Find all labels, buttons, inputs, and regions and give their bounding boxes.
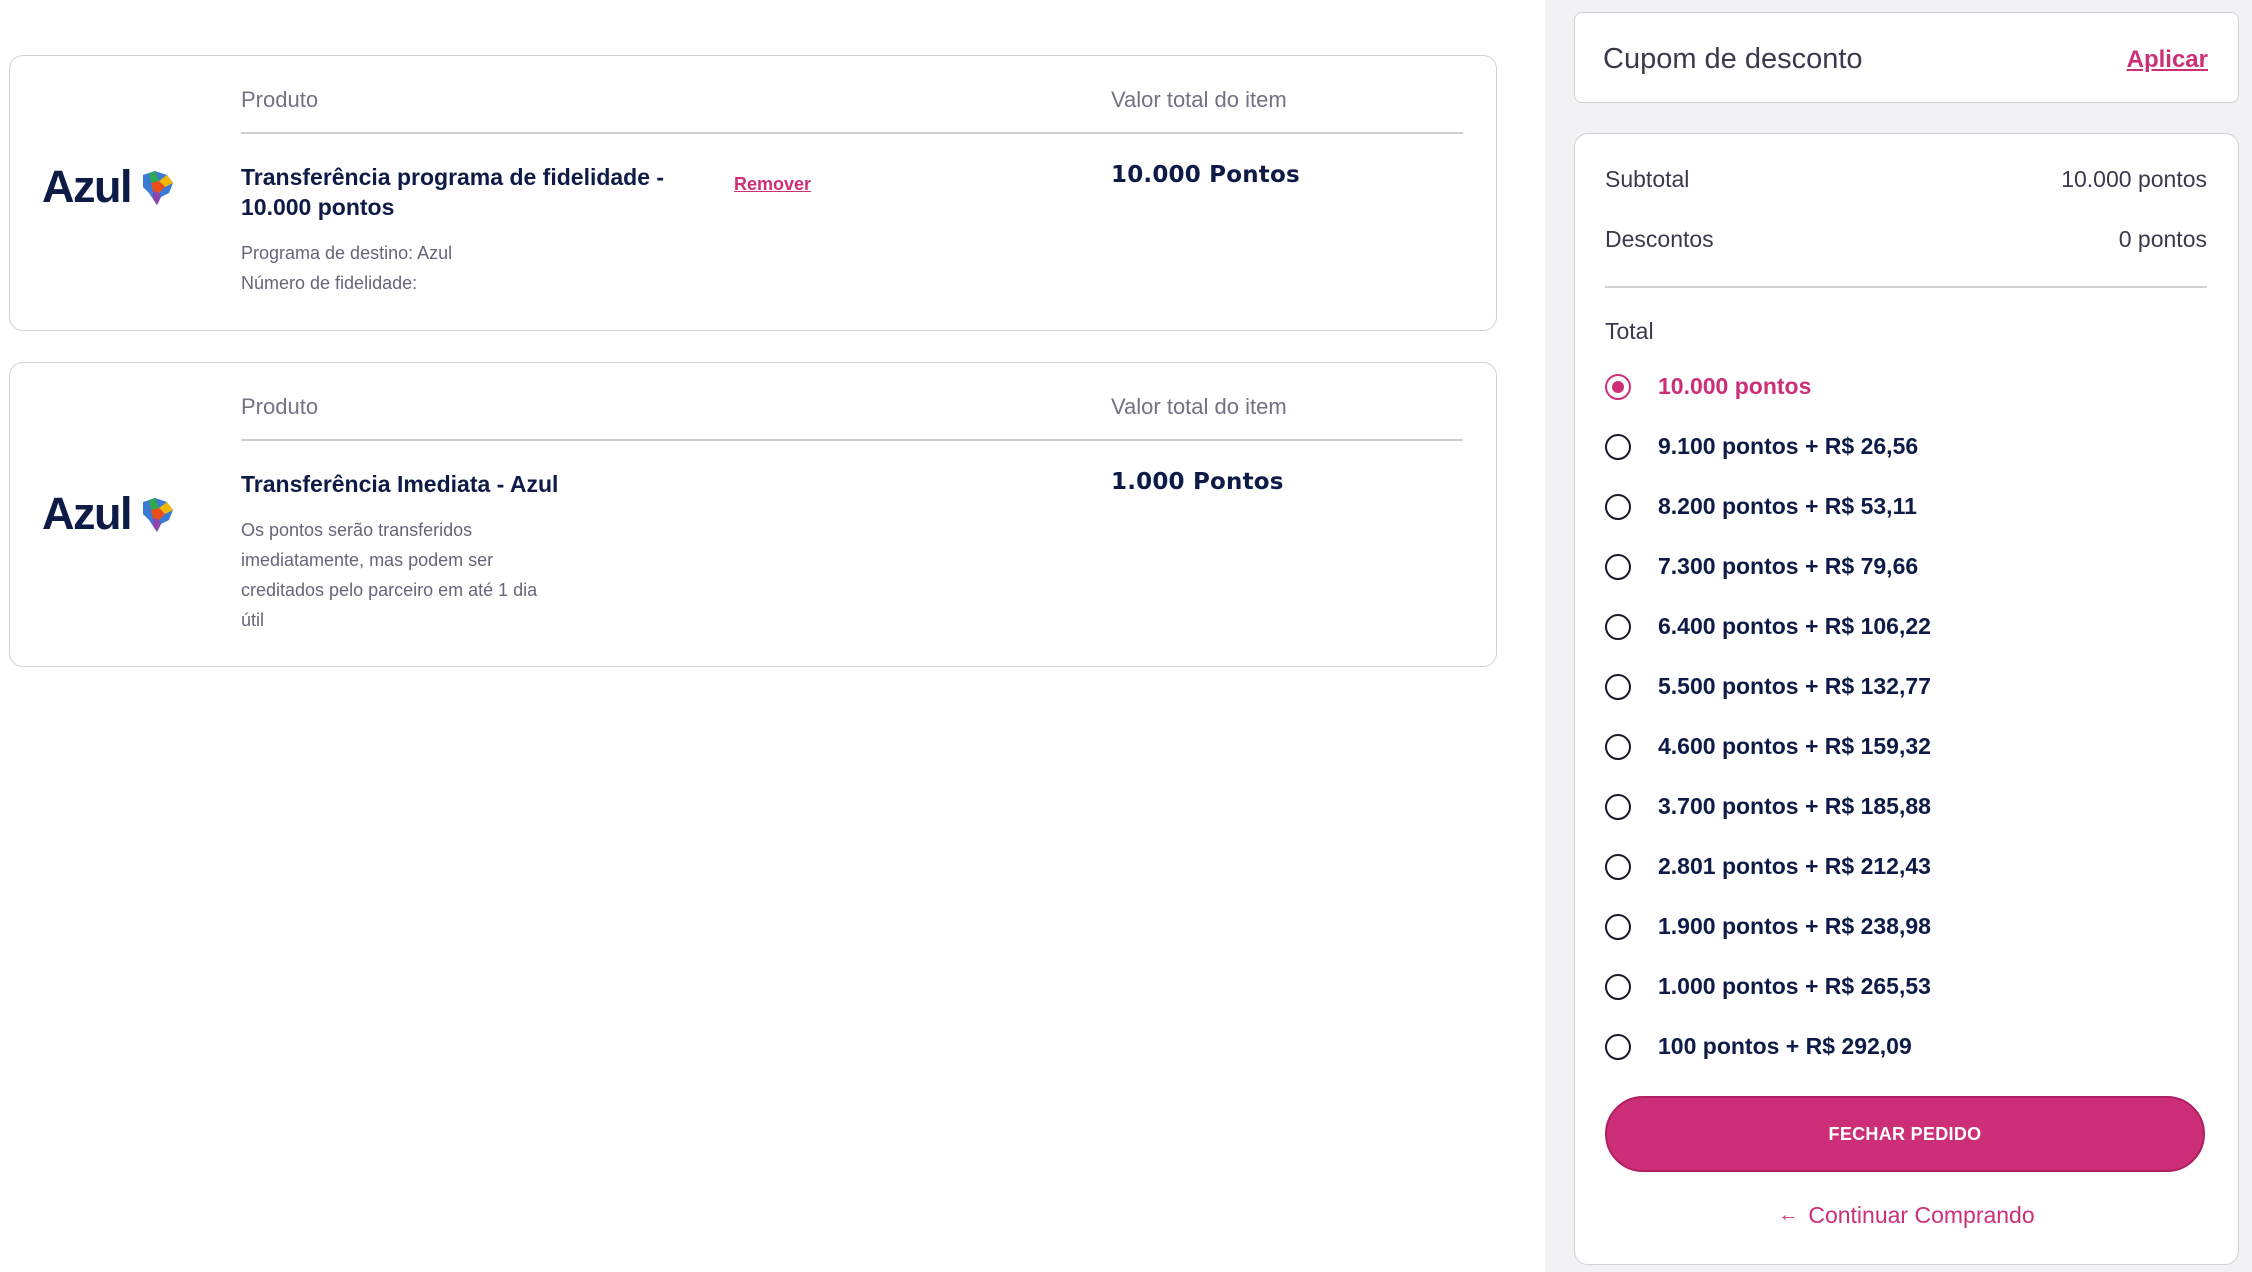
payment-option-label: 8.200 pontos + R$ 53,11: [1658, 493, 1917, 519]
subtotal-label: Subtotal: [1605, 166, 1690, 192]
cart-item: Azul Produto Valor total do item Transfe…: [9, 55, 1497, 331]
value-column-header: Valor total do item: [1111, 87, 1287, 112]
payment-option-label: 1.000 pontos + R$ 265,53: [1658, 973, 1931, 999]
payment-option[interactable]: 2.801 pontos + R$ 212,43: [1605, 853, 1931, 880]
radio-button[interactable]: [1605, 793, 1631, 820]
apply-coupon-link[interactable]: Aplicar: [2127, 46, 2208, 74]
payment-option-label: 4.600 pontos + R$ 159,32: [1658, 733, 1931, 759]
cart-item: Azul Produto Valor total do item Transfe…: [9, 362, 1497, 667]
item-total-value: 1.000 Pontos: [1111, 469, 1284, 495]
payment-option-label: 5.500 pontos + R$ 132,77: [1658, 673, 1931, 699]
azul-logo: Azul: [42, 491, 177, 536]
payment-option[interactable]: 1.000 pontos + R$ 265,53: [1605, 973, 1931, 1000]
payment-option-label: 1.900 pontos + R$ 238,98: [1658, 913, 1931, 939]
product-name: Transferência programa de fidelidade - 1…: [241, 164, 665, 220]
payment-option[interactable]: 1.900 pontos + R$ 238,98: [1605, 913, 1931, 940]
radio-button[interactable]: [1605, 1033, 1631, 1060]
azul-logo-text: Azul: [42, 161, 133, 212]
header-divider: [241, 439, 1463, 441]
header-divider: [241, 132, 1463, 134]
subtotal-row: Subtotal 10.000 pontos: [1605, 166, 2207, 193]
item-total-value: 10.000 Pontos: [1111, 162, 1300, 188]
remove-item-link[interactable]: Remover: [734, 174, 811, 195]
brazil-map-icon: [143, 170, 173, 205]
payment-option-label: 10.000 pontos: [1658, 373, 1812, 399]
product-description: Os pontos serão transferidos imediatamen…: [241, 520, 538, 630]
radio-button[interactable]: [1605, 973, 1631, 1000]
brazil-map-icon: [143, 497, 173, 532]
payment-option[interactable]: 100 pontos + R$ 292,09: [1605, 1033, 1912, 1060]
payment-option-label: 6.400 pontos + R$ 106,22: [1658, 613, 1931, 639]
azul-logo: Azul: [42, 164, 177, 209]
payment-option-label: 7.300 pontos + R$ 79,66: [1658, 553, 1919, 579]
payment-option-label: 9.100 pontos + R$ 26,56: [1658, 433, 1919, 459]
destination-program: Programa de destino: Azul: [241, 243, 453, 263]
payment-option[interactable]: 9.100 pontos + R$ 26,56: [1605, 433, 1918, 460]
discounts-row: Descontos 0 pontos: [1605, 226, 2207, 253]
product-column-header: Produto: [241, 87, 319, 112]
checkout-button[interactable]: FECHAR PEDIDO: [1605, 1096, 2205, 1172]
radio-button-selected[interactable]: [1605, 373, 1631, 400]
loyalty-number: Número de fidelidade:: [241, 273, 418, 293]
azul-logo-text: Azul: [42, 488, 133, 539]
radio-button[interactable]: [1605, 493, 1631, 520]
radio-button[interactable]: [1605, 853, 1631, 880]
coupon-box: Cupom de desconto Aplicar: [1574, 12, 2239, 103]
subtotal-value: 10.000 pontos: [2061, 166, 2207, 192]
value-column-header: Valor total do item: [1111, 394, 1287, 419]
discounts-value: 0 pontos: [2118, 226, 2207, 252]
payment-option[interactable]: 4.600 pontos + R$ 159,32: [1605, 733, 1931, 760]
radio-button[interactable]: [1605, 673, 1631, 700]
coupon-label: Cupom de desconto: [1603, 43, 1863, 75]
discounts-label: Descontos: [1605, 226, 1714, 252]
continue-shopping-label: Continuar Comprando: [1808, 1202, 2035, 1228]
radio-button[interactable]: [1605, 613, 1631, 640]
product-name: Transferência Imediata - Azul: [241, 471, 559, 497]
payment-option-label: 2.801 pontos + R$ 212,43: [1658, 853, 1931, 879]
product-column-header: Produto: [241, 394, 319, 419]
summary-divider: [1605, 286, 2207, 288]
radio-button[interactable]: [1605, 733, 1631, 760]
arrow-left-icon: ←: [1778, 1204, 1799, 1226]
radio-button[interactable]: [1605, 553, 1631, 580]
payment-option[interactable]: 3.700 pontos + R$ 185,88: [1605, 793, 1931, 820]
payment-option-label: 100 pontos + R$ 292,09: [1658, 1033, 1912, 1059]
payment-option-label: 3.700 pontos + R$ 185,88: [1658, 793, 1931, 819]
continue-shopping-link[interactable]: ← Continuar Comprando: [1575, 1202, 2238, 1229]
radio-button[interactable]: [1605, 433, 1631, 460]
payment-option[interactable]: 8.200 pontos + R$ 53,11: [1605, 493, 1917, 520]
payment-option[interactable]: 7.300 pontos + R$ 79,66: [1605, 553, 1918, 580]
radio-button[interactable]: [1605, 913, 1631, 940]
order-summary: Subtotal 10.000 pontos Descontos 0 ponto…: [1574, 133, 2239, 1265]
product-details: Programa de destino: Azul Número de fide…: [241, 238, 452, 298]
total-label: Total: [1605, 318, 1654, 344]
payment-option[interactable]: 5.500 pontos + R$ 132,77: [1605, 673, 1931, 700]
payment-option[interactable]: 6.400 pontos + R$ 106,22: [1605, 613, 1931, 640]
payment-option[interactable]: 10.000 pontos: [1605, 373, 1811, 400]
